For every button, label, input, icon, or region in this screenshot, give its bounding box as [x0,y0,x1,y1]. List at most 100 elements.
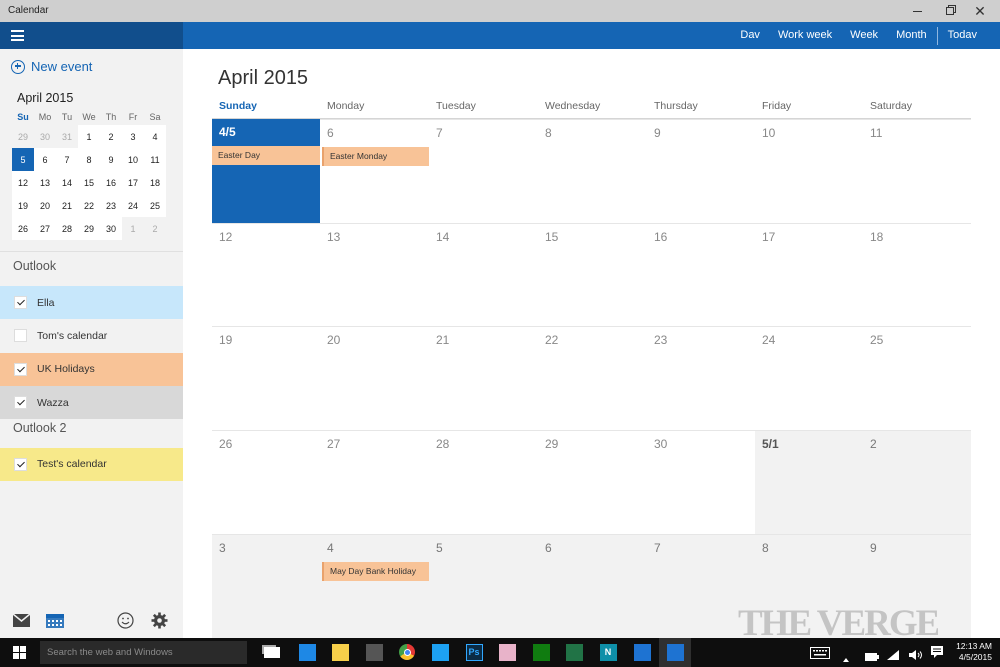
mini-day[interactable]: 8 [78,148,100,171]
day-cell[interactable]: 8 [538,119,647,223]
mini-day[interactable]: 10 [122,148,144,171]
mini-day[interactable]: 11 [144,148,166,171]
calendar-icon[interactable] [46,614,64,633]
mini-day[interactable]: 20 [34,194,56,217]
taskbar-app-button[interactable] [497,642,517,662]
checkbox-checked[interactable] [14,296,27,309]
mini-day[interactable]: 22 [78,194,100,217]
calendar-item[interactable]: Ella [0,286,183,319]
day-cell[interactable]: 13 [320,223,429,326]
mini-day[interactable]: 7 [56,148,78,171]
day-cell[interactable]: 18 [863,223,971,326]
taskbar-clock[interactable]: 12:13 AM 4/5/2015 [956,641,992,663]
taskbar-app-button[interactable]: Ps [464,642,484,662]
mini-day[interactable]: 18 [144,171,166,194]
battery-icon[interactable] [865,648,879,666]
day-cell[interactable]: 6 Easter Monday [320,119,429,223]
checkbox-unchecked[interactable] [14,329,27,343]
mini-day[interactable]: 30 [34,125,56,148]
day-cell[interactable]: 24 [755,326,863,430]
settings-gear-icon[interactable] [151,612,168,634]
day-cell[interactable]: 15 [538,223,647,326]
day-cell[interactable]: 5 [429,534,538,638]
day-cell[interactable]: 19 [212,326,320,430]
mini-day[interactable]: 24 [122,194,144,217]
day-cell[interactable]: 6 [538,534,647,638]
mini-day[interactable]: 17 [122,171,144,194]
mini-day[interactable]: 9 [100,148,122,171]
mini-day[interactable]: 30 [100,217,122,240]
day-cell[interactable]: 25 [863,326,971,430]
day-cell[interactable]: 23 [647,326,755,430]
taskbar-app-button[interactable] [564,642,584,662]
view-work-week-button[interactable]: Work week [769,22,841,49]
mail-icon[interactable] [12,613,31,632]
mini-day[interactable]: 27 [34,217,56,240]
mini-day[interactable]: 25 [144,194,166,217]
view-week-button[interactable]: Week [841,22,887,49]
day-cell-selected[interactable]: 4/5 Easter Day [212,119,320,223]
day-cell[interactable]: 29 [538,430,647,534]
calendar-item[interactable]: Tom's calendar [0,319,183,353]
mini-calendar-title[interactable]: April 2015 [17,91,73,105]
taskbar-app-button[interactable] [262,642,282,662]
mini-day[interactable]: 1 [78,125,100,148]
day-cell[interactable]: 2 [863,430,971,534]
keyboard-icon[interactable] [810,646,830,664]
mini-day[interactable]: 29 [12,125,34,148]
day-cell[interactable]: 22 [538,326,647,430]
mini-day-selected[interactable]: 5 [12,148,34,171]
day-cell[interactable]: 26 [212,430,320,534]
feedback-smiley-icon[interactable] [117,612,134,634]
mini-day[interactable]: 29 [78,217,100,240]
day-cell[interactable]: 7 [429,119,538,223]
calendar-item[interactable]: Wazza [0,386,183,420]
calendar-event[interactable]: Easter Day [212,146,320,165]
checkbox-checked[interactable] [14,457,27,471]
mini-day[interactable]: 12 [12,171,34,194]
minimize-button[interactable] [902,0,932,22]
taskbar-app-button[interactable] [659,638,691,667]
mini-day[interactable]: 2 [100,125,122,148]
day-cell[interactable]: 20 [320,326,429,430]
restore-button[interactable] [935,0,965,22]
action-center-icon[interactable] [931,646,943,664]
network-signal-icon[interactable] [887,647,899,665]
mini-day[interactable]: 26 [12,217,34,240]
day-cell[interactable]: 3 [212,534,320,638]
new-event-button[interactable]: New event [11,59,92,74]
mini-day[interactable]: 28 [56,217,78,240]
mini-day[interactable]: 23 [100,194,122,217]
mini-day[interactable]: 19 [12,194,34,217]
day-cell[interactable]: 9 [647,119,755,223]
volume-icon[interactable] [909,647,923,665]
mini-day[interactable]: 15 [78,171,100,194]
day-cell[interactable]: 12 [212,223,320,326]
day-cell[interactable]: 30 [647,430,755,534]
day-cell[interactable]: 16 [647,223,755,326]
mini-day[interactable]: 16 [100,171,122,194]
mini-day[interactable]: 4 [144,125,166,148]
mini-day[interactable]: 13 [34,171,56,194]
calendar-event[interactable]: May Day Bank Holiday [322,562,429,581]
day-cell[interactable]: 10 [755,119,863,223]
mini-day[interactable]: 21 [56,194,78,217]
checkbox-checked[interactable] [14,396,27,410]
day-cell[interactable]: 4 May Day Bank Holiday [320,534,429,638]
close-button[interactable]: ✕ [965,0,995,22]
mini-day[interactable]: 31 [56,125,78,148]
show-hidden-icons-chevron[interactable] [843,649,849,667]
taskbar-app-button[interactable] [330,642,350,662]
calendar-event[interactable]: Easter Monday [322,147,429,166]
taskbar-search-box[interactable]: Search the web and Windows [40,641,247,664]
view-month-button[interactable]: Month [887,22,936,49]
checkbox-checked[interactable] [14,362,27,376]
day-cell[interactable]: 5/1 [755,430,863,534]
calendar-item[interactable]: Test's calendar [0,447,183,481]
taskbar-app-button[interactable] [397,642,417,662]
hamburger-menu-button[interactable] [11,30,24,41]
taskbar-app-button[interactable] [297,642,317,662]
day-cell[interactable]: 27 [320,430,429,534]
day-cell[interactable]: 14 [429,223,538,326]
day-cell[interactable]: 28 [429,430,538,534]
